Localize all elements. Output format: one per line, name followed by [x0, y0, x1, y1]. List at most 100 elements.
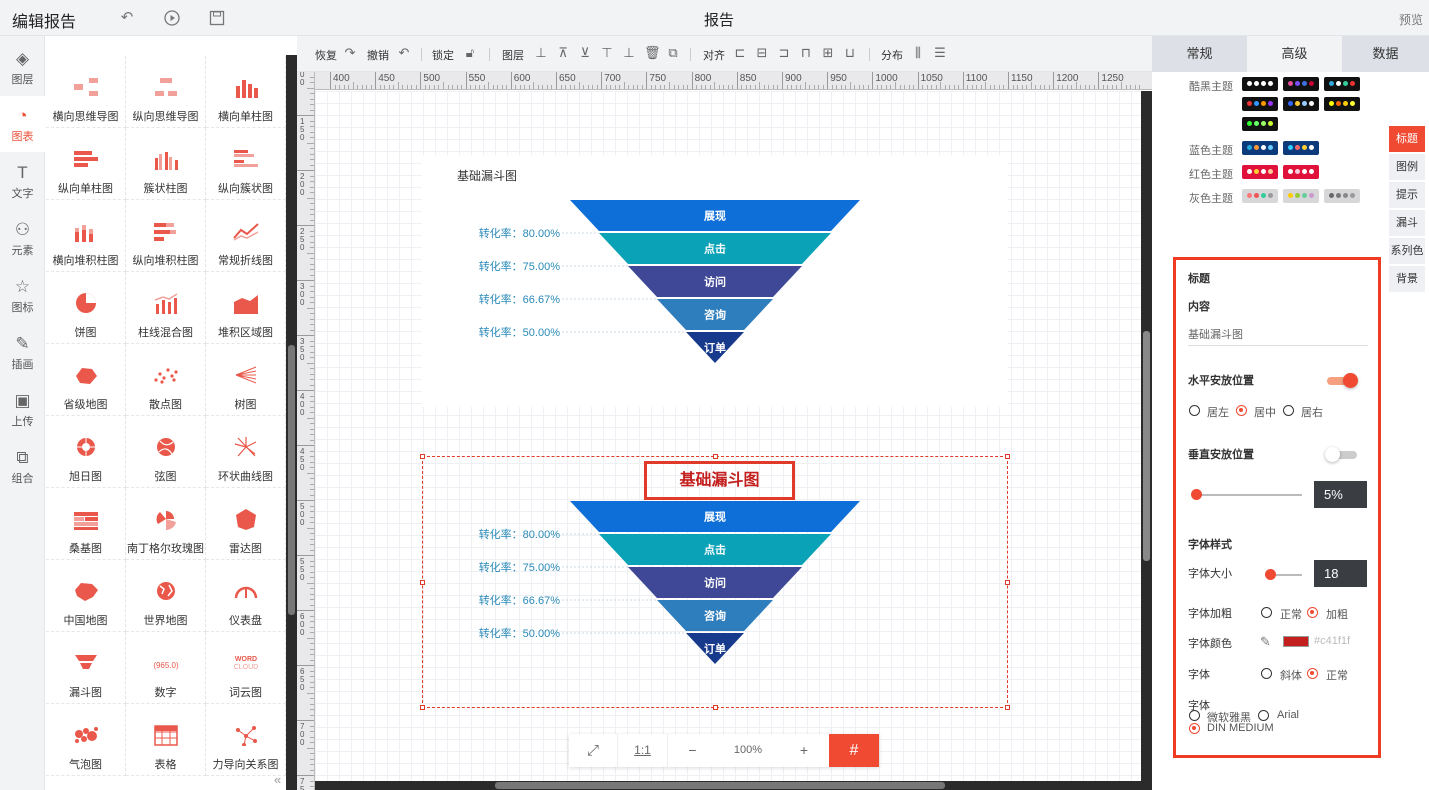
align-right-icon[interactable]: ⊐ — [777, 45, 791, 61]
palette-item[interactable]: 柱线混合图 — [126, 272, 206, 344]
left-nav-item[interactable]: ⧉ 组合 — [0, 438, 45, 494]
palette-item[interactable]: 纵向单柱图 — [46, 128, 126, 200]
preview-button[interactable]: 预览 — [1399, 11, 1423, 28]
left-nav-item[interactable]: ◈ 图层 — [0, 39, 45, 95]
actual-size-button[interactable]: 1:1 — [617, 734, 667, 767]
resize-handle[interactable] — [1005, 580, 1010, 585]
h-right-radio[interactable] — [1283, 405, 1294, 416]
theme-swatch[interactable] — [1242, 165, 1278, 179]
left-nav-item[interactable]: ⚇ 元素 — [0, 210, 45, 266]
chart-title-highlighted[interactable]: 基础漏斗图 — [644, 461, 795, 500]
theme-swatch[interactable] — [1283, 77, 1319, 91]
theme-swatch[interactable] — [1324, 189, 1360, 203]
resize-handle[interactable] — [713, 454, 718, 459]
theme-swatch[interactable] — [1242, 189, 1278, 203]
side-tab[interactable]: 系列色 — [1389, 238, 1425, 264]
palette-item[interactable]: 省级地图 — [46, 344, 126, 416]
palette-item[interactable]: 树图 — [206, 344, 286, 416]
palette-item[interactable]: 堆积区域图 — [206, 272, 286, 344]
play-icon[interactable] — [164, 10, 180, 26]
tab-advanced[interactable]: 高级 — [1247, 36, 1342, 72]
send-bottom-icon[interactable]: ⊥ — [622, 45, 636, 61]
copy-icon[interactable]: ⧉ — [666, 45, 680, 61]
h-left-radio[interactable] — [1189, 405, 1200, 416]
lock-button[interactable]: 锁定 — [432, 47, 454, 63]
tab-general[interactable]: 常规 — [1152, 36, 1247, 72]
tab-data[interactable]: 数据 — [1342, 36, 1429, 72]
palette-item[interactable]: 仪表盘 — [206, 560, 286, 632]
layer-tree-icon[interactable]: ⊥ — [534, 45, 548, 61]
title-content-input[interactable]: 基础漏斗图 — [1188, 326, 1368, 346]
theme-swatch[interactable] — [1283, 97, 1319, 111]
align-middle-icon[interactable]: ⊞ — [821, 45, 835, 61]
theme-swatch[interactable] — [1283, 189, 1319, 203]
send-backward-icon[interactable]: ⊻ — [578, 45, 592, 61]
palette-item[interactable]: 力导向关系图 — [206, 704, 286, 776]
theme-swatch[interactable] — [1283, 141, 1319, 155]
v-pos-value[interactable]: 5% — [1314, 481, 1367, 508]
distribute-button[interactable]: 分布 — [881, 47, 903, 63]
align-top-icon[interactable]: ⊓ — [799, 45, 813, 61]
v-pos-slider-knob[interactable] — [1190, 489, 1202, 500]
palette-item[interactable]: 纵向簇状图 — [206, 128, 286, 200]
palette-item[interactable]: 簇状柱图 — [126, 128, 206, 200]
font-color-hex[interactable]: #c41f1f — [1314, 635, 1350, 647]
bring-top-icon[interactable]: ⊤ — [600, 45, 614, 61]
palette-item[interactable]: 饼图 — [46, 272, 126, 344]
redo-button[interactable]: 恢复 — [315, 47, 337, 63]
palette-item[interactable]: 中国地图 — [46, 560, 126, 632]
font-color-swatch[interactable] — [1283, 636, 1309, 647]
palette-item[interactable]: 雷达图 — [206, 488, 286, 560]
left-nav-item[interactable]: ◔ 图表 — [0, 96, 45, 152]
zoom-in-button[interactable]: + — [779, 734, 829, 767]
fit-screen-icon[interactable]: ⤢ — [569, 734, 617, 767]
palette-item[interactable]: 气泡图 — [46, 704, 126, 776]
palette-item[interactable]: WORD CLOUD 词云图 — [206, 632, 286, 704]
resize-handle[interactable] — [420, 454, 425, 459]
align-button[interactable]: 对齐 — [703, 47, 725, 63]
resize-handle[interactable] — [420, 705, 425, 710]
palette-item[interactable]: 纵向堆积柱图 — [126, 200, 206, 272]
palette-item[interactable]: 旭日图 — [46, 416, 126, 488]
palette-item[interactable]: 南丁格尔玫瑰图 — [126, 488, 206, 560]
resize-handle[interactable] — [1005, 705, 1010, 710]
collapse-palette-icon[interactable]: « — [274, 772, 281, 787]
theme-swatch[interactable] — [1324, 77, 1360, 91]
palette-item[interactable]: 横向思维导图 — [46, 56, 126, 128]
resize-handle[interactable] — [1005, 454, 1010, 459]
family-arial-radio[interactable] — [1258, 710, 1269, 721]
palette-item[interactable]: 横向单柱图 — [206, 56, 286, 128]
theme-swatch[interactable] — [1242, 117, 1278, 131]
left-nav-item[interactable]: T 文字 — [0, 153, 45, 209]
palette-item[interactable]: 漏斗图 — [46, 632, 126, 704]
grid-toggle-icon[interactable]: # — [829, 734, 879, 767]
align-bottom-icon[interactable]: ⊔ — [843, 45, 857, 61]
undo-icon[interactable]: ↶ — [397, 45, 411, 61]
resize-handle[interactable] — [713, 705, 718, 710]
side-tab[interactable]: 标题 — [1389, 126, 1425, 152]
palette-item[interactable]: 横向堆积柱图 — [46, 200, 126, 272]
bring-forward-icon[interactable]: ⊼ — [556, 45, 570, 61]
palette-scrollbar[interactable] — [286, 55, 297, 790]
align-left-icon[interactable]: ⊏ — [733, 45, 747, 61]
lock-icon[interactable]: 🔓︎ — [463, 45, 477, 61]
font-size-slider-knob[interactable] — [1265, 569, 1276, 580]
palette-item[interactable]: 纵向思维导图 — [126, 56, 206, 128]
left-nav-item[interactable]: ✎ 插画 — [0, 324, 45, 380]
family-yahei-radio[interactable] — [1189, 710, 1200, 721]
left-nav-item[interactable]: ☆ 图标 — [0, 267, 45, 323]
palette-item[interactable]: (965.0) 数字 — [126, 632, 206, 704]
font-size-value[interactable]: 18 — [1314, 560, 1367, 587]
palette-item[interactable]: 桑基图 — [46, 488, 126, 560]
v-pos-slider[interactable] — [1194, 494, 1302, 496]
side-tab[interactable]: 背景 — [1389, 266, 1425, 292]
theme-swatch[interactable] — [1242, 97, 1278, 111]
theme-swatch[interactable] — [1324, 97, 1360, 111]
distribute-h-icon[interactable]: ⫼ — [911, 45, 925, 61]
theme-swatch[interactable] — [1242, 141, 1278, 155]
family-din-radio[interactable] — [1189, 723, 1200, 734]
left-nav-item[interactable]: ▣ 上传 — [0, 381, 45, 437]
align-center-icon[interactable]: ⊟ — [755, 45, 769, 61]
side-tab[interactable]: 漏斗 — [1389, 210, 1425, 236]
canvas-vertical-scrollbar[interactable] — [1141, 91, 1152, 790]
